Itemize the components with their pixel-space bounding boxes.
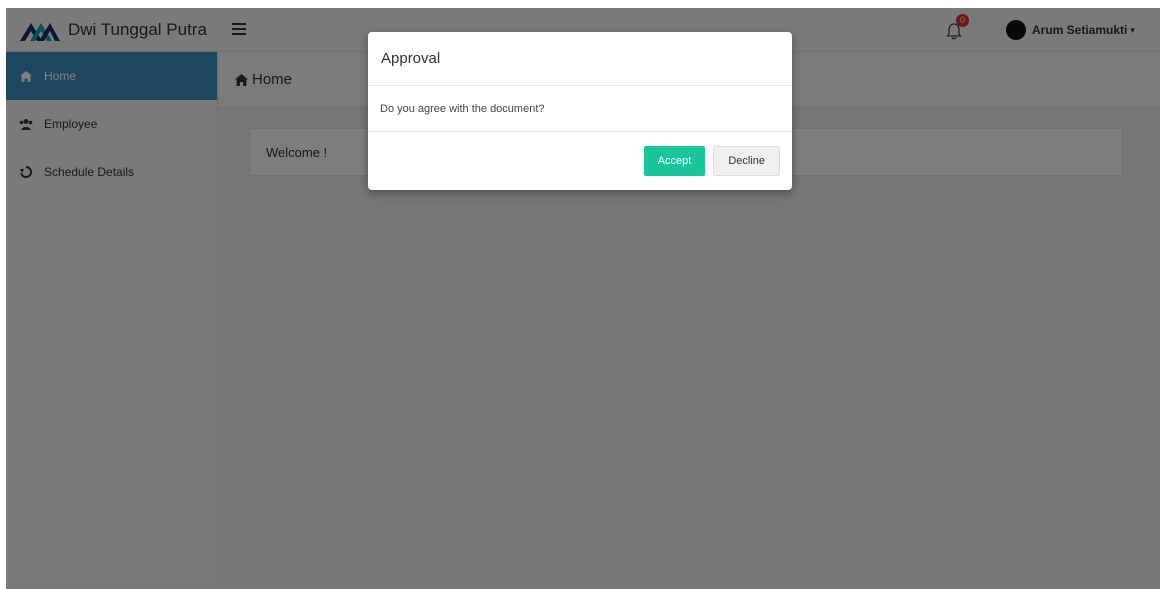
modal-message: Do you agree with the document? [380,102,545,115]
modal-header: Approval [368,32,792,86]
approval-dialog: Approval Do you agree with the document?… [368,32,792,190]
modal-footer: Accept Decline [368,132,792,190]
app-window: Dwi Tunggal Putra 0 Arum Setiamukti ▾ [6,8,1160,589]
modal-title: Approval [381,50,441,67]
accept-button[interactable]: Accept [643,146,706,176]
modal-body: Do you agree with the document? [368,86,792,132]
decline-button[interactable]: Decline [713,146,780,176]
